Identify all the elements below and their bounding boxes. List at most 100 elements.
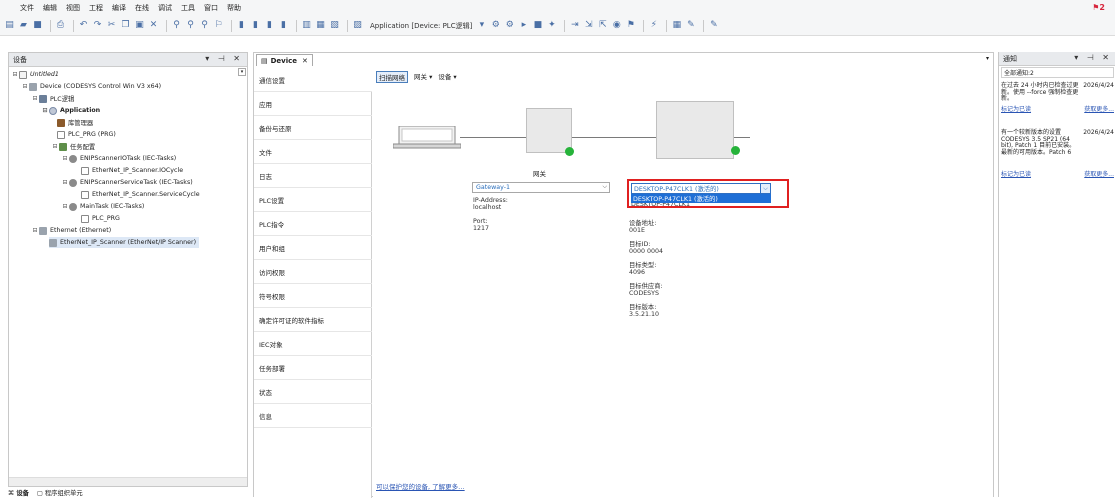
- nav-plc-shell[interactable]: PLC指令: [254, 212, 372, 236]
- replace-icon[interactable]: ⚲: [185, 20, 196, 31]
- bookmark-clear-icon[interactable]: ▮: [278, 20, 289, 31]
- cut-icon[interactable]: ✂: [106, 20, 117, 31]
- tab-devices[interactable]: ⌘ 设备: [8, 488, 29, 497]
- tree-node-plc-prg[interactable]: PLC_PRG (PRG): [57, 129, 116, 140]
- close-icon[interactable]: ✕: [302, 57, 308, 65]
- tree-node-task-config[interactable]: ⊟ 任务配置: [51, 141, 95, 152]
- step-over-icon[interactable]: ⇥: [569, 20, 580, 31]
- login-icon[interactable]: ⚙: [490, 20, 501, 31]
- gateway-menu[interactable]: 网关 ▾: [414, 71, 432, 83]
- find-icon[interactable]: ⚲: [171, 20, 182, 31]
- notification-flag-icon[interactable]: ⚑2: [1092, 3, 1105, 12]
- tree-node-io-cycle[interactable]: EtherNet_IP_Scanner.IOCycle: [81, 165, 183, 176]
- undo-icon[interactable]: ↶: [78, 20, 89, 31]
- bookmark-next-icon[interactable]: ▮: [250, 20, 261, 31]
- nav-iec-objects[interactable]: IEC对象: [254, 332, 372, 356]
- menu-file[interactable]: 文件: [20, 3, 34, 13]
- collapse-icon[interactable]: ⊟: [41, 107, 49, 114]
- delete-icon[interactable]: ✕: [148, 20, 159, 31]
- step-into-icon[interactable]: ⇲: [583, 20, 594, 31]
- paste-icon[interactable]: ▣: [134, 20, 145, 31]
- collapse-icon[interactable]: ⊟: [31, 227, 39, 234]
- menu-window[interactable]: 窗口: [204, 3, 218, 13]
- device-select[interactable]: DESKTOP-P47CLK1 (激活的) ⌵: [631, 183, 771, 194]
- nav-files[interactable]: 文件: [254, 140, 372, 164]
- tab-pou[interactable]: ▢ 程序组织单元: [37, 488, 83, 497]
- copy-icon[interactable]: ❐: [120, 20, 131, 31]
- tree-node-project[interactable]: ⊟ Untitled1: [11, 69, 59, 80]
- menu-build[interactable]: 编译: [112, 3, 126, 13]
- open-folder-icon[interactable]: ▰: [18, 20, 29, 31]
- run-icon[interactable]: ▸: [518, 20, 529, 31]
- menu-view[interactable]: 视图: [66, 3, 80, 13]
- pou-icon[interactable]: ▧: [329, 20, 340, 31]
- nav-status[interactable]: 状态: [254, 380, 372, 404]
- menu-project[interactable]: 工程: [89, 3, 103, 13]
- collapse-icon[interactable]: ⊟: [51, 143, 59, 150]
- tree-node-main-plc-prg[interactable]: PLC_PRG: [81, 213, 120, 224]
- tree-node-enip-scanner[interactable]: EtherNet_IP_Scanner (EtherNet/IP Scanner…: [49, 237, 200, 248]
- nav-plc-settings[interactable]: PLC设置: [254, 188, 372, 212]
- tree-node-ethernet[interactable]: ⊟ Ethernet (Ethernet): [31, 225, 111, 236]
- menu-edit[interactable]: 编辑: [43, 3, 57, 13]
- menu-tools[interactable]: 工具: [181, 3, 195, 13]
- all-notifications-filter[interactable]: 全部通知:2: [1001, 67, 1114, 78]
- edit-icon[interactable]: ✎: [685, 20, 696, 31]
- menu-help[interactable]: 帮助: [227, 3, 241, 13]
- mark-read-link[interactable]: 标记为已读: [1001, 106, 1031, 114]
- menu-online[interactable]: 在线: [135, 3, 149, 13]
- tree-node-library-manager[interactable]: 库管理器: [57, 117, 93, 128]
- nav-applications[interactable]: 应用: [254, 92, 372, 116]
- logout-icon[interactable]: ⚙: [504, 20, 515, 31]
- tab-device[interactable]: ▤ Device ✕: [256, 54, 313, 66]
- stop-icon[interactable]: ■: [532, 20, 543, 31]
- tree-node-service-cycle[interactable]: EtherNet_IP_Scanner.ServiceCycle: [81, 189, 200, 200]
- tree-node-main-task[interactable]: ⊟ MainTask (IEC-Tasks): [61, 201, 144, 212]
- pane-controls[interactable]: ▾ ⊣ ✕: [205, 54, 243, 63]
- tree-node-io-task[interactable]: ⊟ ENIPScannerIOTask (IEC-Tasks): [61, 153, 176, 164]
- device-icon[interactable]: ▥: [301, 20, 312, 31]
- save-icon[interactable]: ■: [32, 20, 43, 31]
- mark-read-link[interactable]: 标记为已读: [1001, 171, 1031, 179]
- breakpoint-icon[interactable]: ◉: [611, 20, 622, 31]
- step-out-icon[interactable]: ⇱: [597, 20, 608, 31]
- device-menu[interactable]: 设备 ▾: [438, 71, 456, 83]
- nav-symbol-rights[interactable]: 符号权限: [254, 284, 372, 308]
- write-values-icon[interactable]: ▦: [671, 20, 682, 31]
- nav-communication[interactable]: 通信设置: [254, 68, 372, 92]
- tree-node-plc-logic[interactable]: ⊟ PLC逻辑: [31, 93, 74, 104]
- gateway-select[interactable]: Gateway-1 ⌵: [472, 182, 610, 193]
- chevron-down-icon[interactable]: ⌵: [602, 183, 607, 191]
- nav-licensed-metrics[interactable]: 确定许可证的软件指标: [254, 308, 372, 332]
- get-more-link[interactable]: 获取更多...: [1084, 106, 1114, 114]
- print-icon[interactable]: ⎙: [55, 20, 66, 31]
- bookmark-prev-icon[interactable]: ▮: [264, 20, 275, 31]
- collapse-icon[interactable]: ⊟: [61, 155, 69, 162]
- collapse-icon[interactable]: ⊟: [31, 95, 39, 102]
- tree-node-service-task[interactable]: ⊟ ENIPScannerServiceTask (IEC-Tasks): [61, 177, 193, 188]
- new-project-icon[interactable]: ▤: [4, 20, 15, 31]
- device-dropdown-option[interactable]: DESKTOP-P47CLK1 (激活的): [631, 194, 771, 203]
- nav-task-deployment[interactable]: 任务部署: [254, 356, 372, 380]
- compile-icon[interactable]: ⚡: [648, 20, 659, 31]
- application-icon[interactable]: ▨: [352, 20, 363, 31]
- tree-node-device[interactable]: ⊟ Device (CODESYS Control Win V3 x64): [21, 81, 161, 92]
- nav-information[interactable]: 信息: [254, 404, 372, 428]
- find-next-icon[interactable]: ⚲: [199, 20, 210, 31]
- protect-device-link[interactable]: 可以保护您的设备, 了解更多…: [376, 481, 465, 491]
- reset-icon[interactable]: ✦: [546, 20, 557, 31]
- nav-backup-restore[interactable]: 备份与还原: [254, 116, 372, 140]
- chevron-down-icon[interactable]: ⌵: [760, 183, 771, 194]
- get-more-link[interactable]: 获取更多...: [1084, 171, 1114, 179]
- nav-access-rights[interactable]: 访问权限: [254, 260, 372, 284]
- horizontal-scrollbar[interactable]: [9, 477, 247, 486]
- tree-node-application[interactable]: ⊟ Application: [41, 105, 100, 116]
- help-icon[interactable]: ✎: [708, 20, 719, 31]
- scan-network-button[interactable]: 扫描网络: [376, 71, 408, 83]
- editor-dropdown-icon[interactable]: ▾: [986, 55, 989, 62]
- collapse-icon[interactable]: ⊟: [61, 179, 69, 186]
- nav-log[interactable]: 日志: [254, 164, 372, 188]
- collapse-icon[interactable]: ⊟: [61, 203, 69, 210]
- add-device-icon[interactable]: ▦: [315, 20, 326, 31]
- bookmark-toggle-icon[interactable]: ▮: [236, 20, 247, 31]
